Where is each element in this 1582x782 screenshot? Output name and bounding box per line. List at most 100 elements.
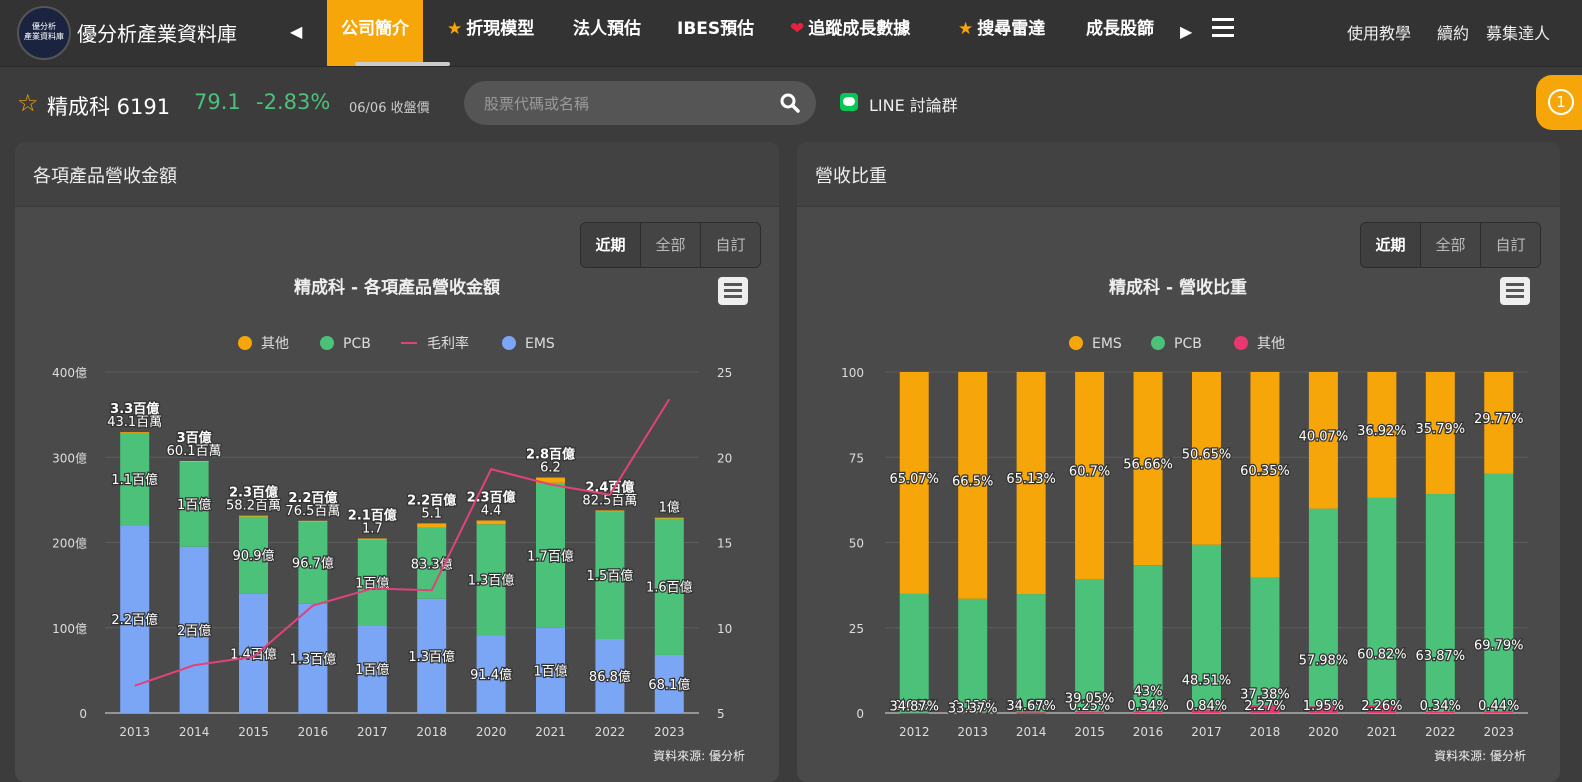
search-icon[interactable] bbox=[780, 93, 800, 113]
panel-title: 營收比重 bbox=[815, 166, 887, 187]
link-tutorial[interactable]: 使用教學 bbox=[1347, 20, 1411, 44]
data-label-total: 3百億 bbox=[177, 430, 212, 446]
x-tick-label: 2012 bbox=[899, 725, 930, 739]
bar-other bbox=[357, 538, 387, 540]
brand-title[interactable]: 優分析產業資料庫 bbox=[77, 18, 237, 47]
bar-other bbox=[1484, 711, 1514, 713]
link-renew[interactable]: 續約 bbox=[1437, 20, 1469, 44]
bar-pcb bbox=[595, 511, 625, 640]
data-label-other: 0.34% bbox=[1127, 699, 1168, 714]
bar-ems bbox=[417, 598, 447, 713]
data-label-ems: 1.3百億 bbox=[290, 651, 337, 667]
bar-other bbox=[1192, 710, 1221, 713]
bar-other bbox=[595, 510, 625, 512]
bar-ems bbox=[1075, 372, 1105, 579]
nav-tab-search-radar[interactable]: ★ 搜尋雷達 bbox=[958, 0, 1045, 66]
data-label-other: 1.7 bbox=[362, 521, 383, 536]
chart-menu-icon[interactable] bbox=[718, 277, 748, 305]
data-label-pcb: 34.67% bbox=[1006, 699, 1056, 714]
notification-badge[interactable]: 1 bbox=[1536, 75, 1582, 130]
chart-title: 精成科 - 各項產品營收金額 bbox=[294, 277, 500, 298]
hamburger-menu-icon[interactable] bbox=[1212, 18, 1234, 42]
nav-next-arrow-icon[interactable]: ▶ bbox=[1180, 22, 1192, 41]
stock-change: -2.83% bbox=[256, 90, 331, 114]
period-recent-button[interactable]: 近期 bbox=[581, 223, 641, 267]
bar-pcb bbox=[1192, 544, 1221, 711]
legend-label: 其他 bbox=[1257, 336, 1285, 352]
chart-menu-icon[interactable] bbox=[1500, 277, 1530, 305]
data-label-ems: 65.13% bbox=[1006, 472, 1056, 487]
y-tick-label: 300億 bbox=[52, 451, 87, 465]
x-tick-label: 2013 bbox=[119, 725, 150, 739]
y-tick-label: 50 bbox=[849, 537, 864, 551]
data-label-pcb: 63.87% bbox=[1416, 649, 1466, 664]
bar-pcb bbox=[357, 539, 387, 626]
bar-other bbox=[1016, 712, 1046, 714]
data-label-pcb: 83.3億 bbox=[411, 556, 453, 572]
data-label-other: 0.13% bbox=[952, 699, 993, 714]
star-icon: ★ bbox=[447, 19, 463, 39]
data-label-total: 2.1百億 bbox=[348, 507, 397, 523]
data-label-pcb: 1.7百億 bbox=[527, 548, 574, 564]
data-label-pcb: 1.3百億 bbox=[468, 573, 515, 589]
bar-pcb bbox=[654, 518, 684, 655]
data-label-pcb: 1.1百億 bbox=[111, 472, 158, 488]
bar-pcb bbox=[179, 461, 209, 547]
nav-tab-growth-tracking[interactable]: ❤ 追蹤成長數據 bbox=[790, 0, 910, 66]
bar-ems bbox=[298, 603, 328, 713]
nav-tab-dcf-model[interactable]: ★ 折現模型 bbox=[447, 0, 534, 66]
data-label-ems: 50.65% bbox=[1182, 447, 1232, 462]
period-recent-button[interactable]: 近期 bbox=[1361, 223, 1421, 267]
x-tick-label: 2021 bbox=[535, 725, 566, 739]
x-tick-label: 2020 bbox=[476, 725, 507, 739]
legend-label: 其他 bbox=[261, 336, 289, 352]
bar-pcb bbox=[239, 516, 268, 594]
star-icon: ★ bbox=[958, 19, 974, 39]
data-label-total: 2.2百億 bbox=[407, 492, 456, 508]
period-custom-button[interactable]: 自訂 bbox=[1481, 223, 1540, 267]
y-tick-label: 25 bbox=[849, 622, 864, 636]
nav-tab-ibes-forecast[interactable]: IBES預估 bbox=[677, 0, 754, 66]
y2-tick-label: 10 bbox=[717, 622, 732, 636]
data-label-ems: 66.5% bbox=[952, 474, 993, 489]
nav-prev-arrow-icon[interactable]: ◀ bbox=[290, 22, 302, 41]
x-tick-label: 2020 bbox=[1308, 725, 1339, 739]
legend-label: 毛利率 bbox=[427, 335, 469, 352]
nav-tab-label: 搜尋雷達 bbox=[977, 19, 1046, 39]
bar-pcb bbox=[298, 521, 328, 604]
data-label-other: 1億 bbox=[659, 500, 680, 516]
period-all-button[interactable]: 全部 bbox=[1421, 223, 1481, 267]
data-label-pcb: 37.38% bbox=[1240, 688, 1290, 703]
x-tick-label: 2017 bbox=[357, 725, 388, 739]
nav-tab-label: 折現模型 bbox=[466, 19, 535, 39]
bar-pcb bbox=[958, 598, 988, 713]
legend-label: PCB bbox=[1174, 336, 1202, 352]
margin-line bbox=[134, 398, 671, 687]
search-input[interactable] bbox=[482, 81, 766, 127]
logo[interactable]: 優分析 產業資料庫 bbox=[17, 6, 71, 60]
nav-tab-company-intro[interactable]: 公司簡介 bbox=[327, 0, 423, 66]
data-label-pcb: 1.5百億 bbox=[587, 568, 634, 584]
period-all-button[interactable]: 全部 bbox=[641, 223, 701, 267]
top-nav: 優分析 產業資料庫 優分析產業資料庫 ◀ 公司簡介 ★ 折現模型 法人預估 IBE… bbox=[0, 0, 1582, 67]
x-tick-label: 2015 bbox=[238, 725, 269, 739]
period-selector: 近期 全部 自訂 bbox=[1360, 222, 1541, 268]
nav-tab-growth-screener[interactable]: 成長股篩 bbox=[1086, 0, 1158, 66]
nav-tab-label: 追蹤成長數據 bbox=[808, 19, 911, 39]
line-chat-icon[interactable] bbox=[840, 93, 858, 111]
x-tick-label: 2017 bbox=[1191, 725, 1222, 739]
logo-text-2: 產業資料庫 bbox=[24, 32, 64, 41]
nav-tab-institutional-forecast[interactable]: 法人預估 bbox=[573, 0, 641, 66]
data-label-total: 2.8百億 bbox=[526, 447, 575, 463]
bar-pcb bbox=[536, 482, 565, 628]
favorite-star-icon[interactable]: ☆ bbox=[17, 89, 39, 117]
link-recruit-expert[interactable]: 募集達人 bbox=[1486, 20, 1550, 44]
data-label-pcb: 34.87% bbox=[889, 699, 939, 714]
data-label-other: 0.84% bbox=[1186, 699, 1227, 714]
data-label-other: 0.2% bbox=[1015, 699, 1048, 714]
line-discussion-link[interactable]: LINE 討論群 bbox=[869, 92, 958, 116]
y-tick-label: 0 bbox=[856, 707, 864, 721]
bar-ems bbox=[1308, 372, 1338, 509]
bar-pcb bbox=[476, 524, 506, 636]
period-custom-button[interactable]: 自訂 bbox=[701, 223, 760, 267]
